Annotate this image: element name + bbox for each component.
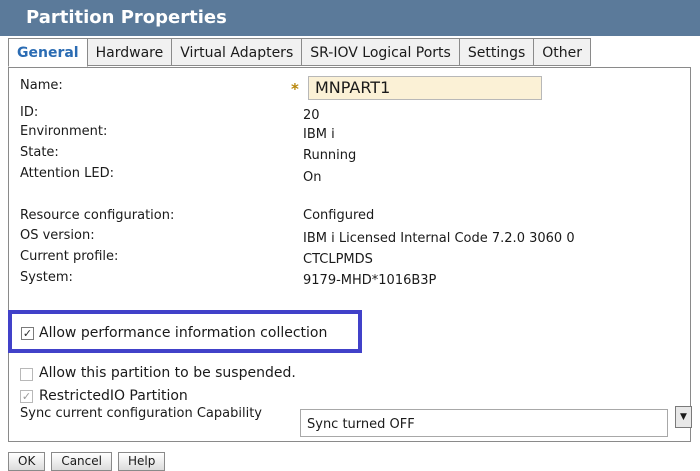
tab-settings[interactable]: Settings <box>459 38 535 66</box>
suspend-label: Allow this partition to be suspended. <box>39 365 296 381</box>
name-label: Name: <box>20 78 63 93</box>
suspend-checkbox[interactable] <box>20 368 33 381</box>
window-title: Partition Properties <box>0 0 700 36</box>
name-field[interactable]: MNPART1 <box>308 76 542 100</box>
tab-bar: General Hardware Virtual Adapters SR-IOV… <box>8 38 592 68</box>
restricted-io-checkbox <box>20 390 33 403</box>
chevron-down-icon[interactable]: ▼ <box>675 406 692 428</box>
tab-virtual-adapters[interactable]: Virtual Adapters <box>172 38 303 66</box>
sync-capability-label: Sync current configuration Capability <box>20 406 262 421</box>
tab-hardware[interactable]: Hardware <box>87 38 173 66</box>
environment-label: Environment: <box>20 124 108 139</box>
resource-config-label: Resource configuration: <box>20 208 175 223</box>
dialog-buttons: OK Cancel Help <box>8 452 166 471</box>
id-label: ID: <box>20 105 39 120</box>
state-value: Running <box>303 148 357 163</box>
os-version-value: IBM i Licensed Internal Code 7.2.0 3060 … <box>303 231 575 246</box>
tab-other[interactable]: Other <box>534 38 592 66</box>
help-button[interactable]: Help <box>117 452 166 471</box>
perf-collection-label: Allow performance information collection <box>39 325 328 341</box>
resource-config-value: Configured <box>303 208 375 223</box>
id-value: 20 <box>303 108 320 123</box>
attention-led-label: Attention LED: <box>20 166 114 181</box>
required-marker: * <box>291 80 299 98</box>
environment-value: IBM i <box>303 127 335 142</box>
tab-sr-iov-logical-ports[interactable]: SR-IOV Logical Ports <box>302 38 460 66</box>
perf-collection-checkbox[interactable] <box>21 327 34 340</box>
os-version-label: OS version: <box>20 228 95 243</box>
state-label: State: <box>20 145 59 160</box>
sync-capability-select[interactable]: Sync turned OFF <box>300 409 668 437</box>
system-value: 9179-MHD*1016B3P <box>303 273 437 288</box>
tab-general[interactable]: General <box>8 38 88 67</box>
attention-led-value: On <box>303 170 322 185</box>
system-label: System: <box>20 270 73 285</box>
cancel-button[interactable]: Cancel <box>51 452 112 471</box>
restricted-io-label: RestrictedIO Partition <box>39 388 188 404</box>
ok-button[interactable]: OK <box>8 452 46 471</box>
current-profile-value: CTCLPMDS <box>303 252 373 267</box>
current-profile-label: Current profile: <box>20 249 119 264</box>
